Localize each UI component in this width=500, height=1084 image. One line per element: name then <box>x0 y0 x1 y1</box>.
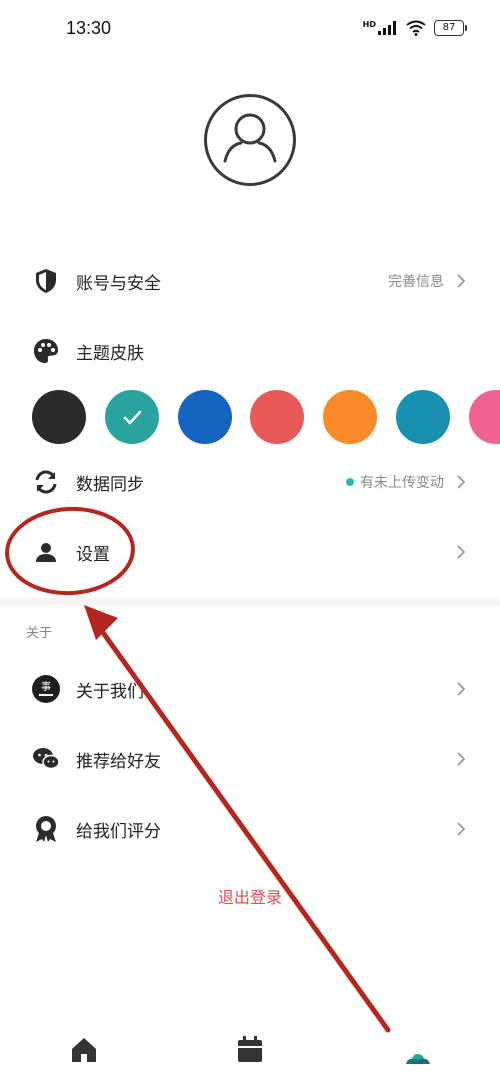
chevron-right-icon <box>457 274 466 288</box>
rate-label: 给我们评分 <box>76 821 161 842</box>
theme-swatch-pink[interactable] <box>469 390 500 444</box>
menu-row-sync[interactable]: 数据同步 有未上传变动 <box>0 457 500 507</box>
menu-row-recommend[interactable]: 推荐给好友 <box>0 734 500 784</box>
theme-swatch-blue[interactable] <box>178 390 232 444</box>
theme-swatches <box>32 390 500 444</box>
about-section-title: 关于 <box>26 626 53 641</box>
section-divider <box>0 598 500 606</box>
theme-swatch-orange[interactable] <box>323 390 377 444</box>
status-bar: 13:30 HD 87 <box>0 0 500 60</box>
svg-text:事: 事 <box>41 680 51 693</box>
sync-status-dot <box>346 478 354 486</box>
theme-swatch-red[interactable] <box>250 390 304 444</box>
shield-icon <box>32 267 60 295</box>
status-icons: HD 87 <box>362 20 467 36</box>
chevron-right-icon <box>457 545 466 559</box>
settings-label: 设置 <box>76 544 110 565</box>
network-type-label: HD <box>362 20 376 29</box>
theme-label: 主题皮肤 <box>76 343 144 364</box>
user-avatar[interactable] <box>204 94 296 186</box>
chevron-right-icon <box>457 822 466 836</box>
recommend-label: 推荐给好友 <box>76 751 161 772</box>
battery-indicator: 87 <box>434 20 467 36</box>
logout-button[interactable]: 退出登录 <box>0 884 500 908</box>
menu-row-theme: 主题皮肤 <box>0 326 500 376</box>
about-us-label: 关于我们 <box>76 681 144 702</box>
sync-icon <box>32 468 60 496</box>
chevron-right-icon <box>457 682 466 696</box>
menu-row-rate[interactable]: 给我们评分 <box>0 804 500 854</box>
signal-icon <box>378 21 396 35</box>
user-avatar-icon <box>223 113 277 163</box>
menu-row-account[interactable]: 账号与安全 完善信息 <box>0 256 500 306</box>
theme-swatch-teal[interactable] <box>105 390 159 444</box>
theme-swatch-black[interactable] <box>32 390 86 444</box>
wechat-icon <box>32 745 60 773</box>
badge-icon <box>32 815 60 843</box>
bottom-tab-bar <box>0 1014 500 1084</box>
check-icon <box>123 410 142 425</box>
menu-row-about-us[interactable]: 事 关于我们 <box>0 664 500 714</box>
calendar-icon[interactable] <box>234 1034 266 1066</box>
chevron-right-icon <box>457 752 466 766</box>
person-icon <box>32 538 60 566</box>
brand-logo-icon: 事 <box>32 675 60 703</box>
home-icon[interactable] <box>68 1034 100 1066</box>
account-label: 账号与安全 <box>76 273 161 294</box>
wifi-icon <box>406 20 426 36</box>
menu-row-settings[interactable]: 设置 <box>0 527 500 577</box>
sync-status-text: 有未上传变动 <box>360 475 444 491</box>
sync-label: 数据同步 <box>76 474 144 495</box>
profile-icon[interactable] <box>402 1034 434 1066</box>
account-status: 完善信息 <box>388 274 444 290</box>
status-time: 13:30 <box>66 18 112 38</box>
palette-icon <box>32 337 60 365</box>
chevron-right-icon <box>457 475 466 489</box>
sync-status: 有未上传变动 <box>346 472 444 492</box>
theme-swatch-cyan[interactable] <box>396 390 450 444</box>
